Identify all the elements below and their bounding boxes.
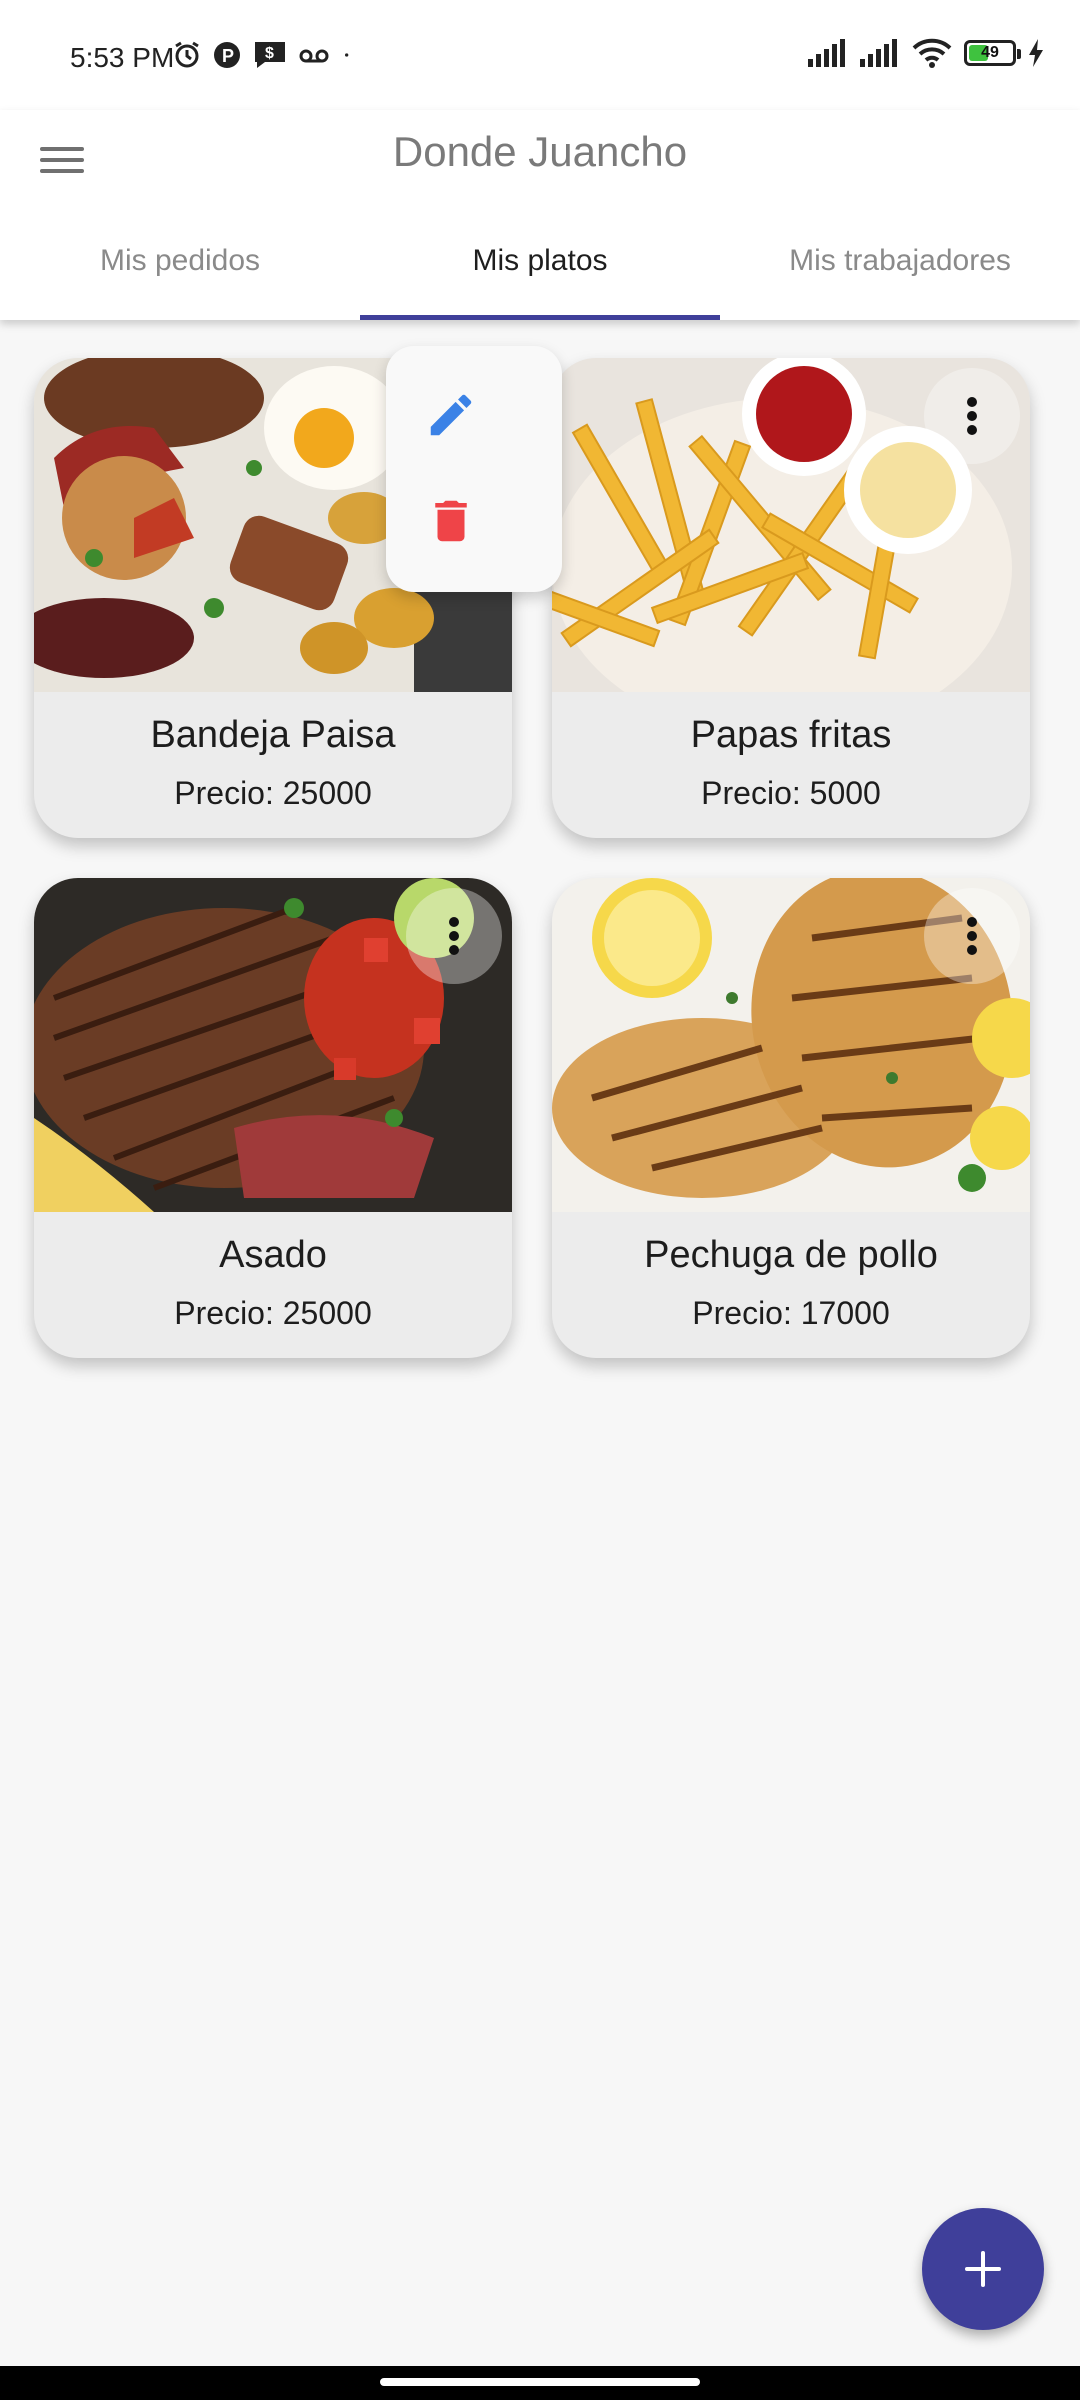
battery-level: 49 — [981, 44, 999, 61]
dish-name: Papas fritas — [690, 714, 892, 756]
dish-price: Precio: 5000 — [701, 775, 881, 811]
dish-options-popup — [386, 346, 562, 592]
dish-card-pechuga-de-pollo[interactable]: Pechuga de pollo Precio: 17000 — [552, 878, 1030, 1358]
status-bar: 5:53 PM P $ 49 — [0, 0, 1080, 110]
dish-name: Asado — [219, 1234, 327, 1276]
message-icon: $ — [255, 42, 285, 68]
delete-icon — [435, 500, 467, 542]
dot-icon — [345, 53, 349, 57]
status-notification-icons: P $ — [172, 40, 360, 70]
edit-icon — [430, 394, 472, 436]
status-system-icons: 49 — [808, 38, 1044, 68]
svg-text:$: $ — [265, 45, 274, 62]
app-title: Donde Juancho — [392, 128, 688, 175]
dish-name: Bandeja Paisa — [150, 714, 396, 756]
signal-icon — [808, 39, 845, 67]
tab-mis-pedidos[interactable]: Mis pedidos — [0, 220, 360, 320]
tab-mis-trabajadores[interactable]: Mis trabajadores — [720, 220, 1080, 320]
edit-button[interactable] — [424, 388, 478, 442]
dish-price: Precio: 25000 — [174, 1295, 372, 1331]
alarm-icon — [175, 41, 199, 68]
plus-icon — [965, 2251, 1001, 2287]
status-time: 5:53 PM — [70, 42, 175, 73]
more-vertical-icon — [967, 917, 977, 955]
app-bar: Donde Juancho Mis pedidos Mis platos Mis… — [0, 110, 1080, 320]
more-options-button[interactable] — [406, 888, 502, 984]
tab-mis-platos[interactable]: Mis platos — [360, 220, 720, 320]
add-dish-button[interactable] — [922, 2208, 1044, 2330]
more-vertical-icon — [449, 917, 459, 955]
voicemail-icon — [299, 49, 329, 63]
tab-bar: Mis pedidos Mis platos Mis trabajadores — [0, 220, 1080, 320]
dish-price: Precio: 17000 — [692, 1295, 890, 1331]
dish-price: Precio: 25000 — [174, 775, 372, 811]
delete-button[interactable] — [424, 494, 478, 548]
parking-icon: P — [214, 42, 240, 68]
dish-card-asado[interactable]: Asado Precio: 25000 — [34, 878, 512, 1358]
signal-icon — [860, 39, 897, 67]
home-gesture-pill[interactable] — [380, 2378, 700, 2386]
svg-text:P: P — [222, 46, 234, 66]
dish-name: Pechuga de pollo — [644, 1234, 938, 1276]
system-navigation-bar — [0, 2366, 1080, 2400]
charging-icon — [1029, 39, 1043, 67]
wifi-icon — [912, 38, 952, 68]
more-vertical-icon — [967, 397, 977, 435]
more-options-button[interactable] — [924, 888, 1020, 984]
dish-card-papas-fritas[interactable]: Papas fritas Precio: 5000 — [552, 358, 1030, 838]
battery-icon: 49 — [964, 40, 1021, 66]
more-options-button[interactable] — [924, 368, 1020, 464]
